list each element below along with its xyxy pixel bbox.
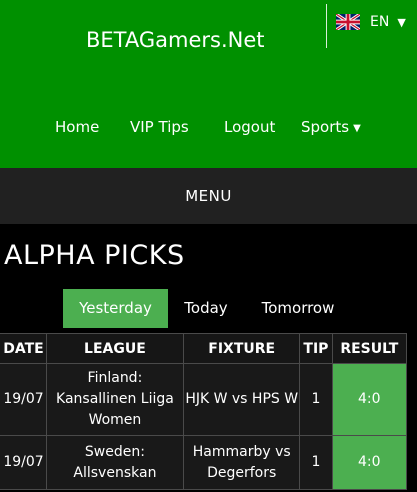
uk-flag-icon (336, 14, 360, 30)
cell-tip: 1 (299, 363, 333, 436)
caret-down-icon: ▼ (353, 123, 361, 134)
cell-tip: 1 (299, 435, 333, 490)
cell-date: 19/07 (0, 363, 47, 436)
nav-sports[interactable]: Sports ▼ (301, 118, 361, 136)
table-header-row: DATE LEAGUE FIXTURE TIP RESULT (0, 333, 408, 364)
header-fixture: FIXTURE (183, 333, 301, 364)
tab-yesterday[interactable]: Yesterday (63, 289, 168, 328)
table-row: 19/07 Sweden: Allsvenskan Hammarby vs De… (0, 435, 408, 490)
nav-logout[interactable]: Logout (224, 118, 275, 136)
header-league: LEAGUE (45, 333, 185, 364)
cell-date: 19/07 (0, 435, 47, 490)
table-row: 19/07 Finland: Kansallinen Liiga Women H… (0, 363, 408, 436)
tab-tomorrow[interactable]: Tomorrow (244, 289, 352, 328)
nav-sports-label: Sports (301, 118, 350, 136)
menu-toggle[interactable]: MENU (0, 168, 417, 224)
language-code: EN (370, 14, 390, 30)
cell-result: 4:0 (331, 363, 408, 436)
header-result: RESULT (331, 333, 408, 364)
language-selector[interactable]: EN ▼ (336, 14, 406, 30)
site-header: BETAGamers.Net EN ▼ Home VIP Tips Logout… (0, 0, 417, 168)
header-date: DATE (0, 333, 47, 364)
header-tip: TIP (299, 333, 333, 364)
nav-home[interactable]: Home (55, 118, 99, 136)
cell-league: Finland: Kansallinen Liiga Women (45, 363, 185, 436)
main-nav: Home VIP Tips Logout Sports ▼ (0, 118, 417, 138)
page-title: ALPHA PICKS (4, 240, 185, 271)
tab-today[interactable]: Today (168, 289, 244, 328)
cell-fixture: Hammarby vs Degerfors (183, 435, 301, 490)
header-divider (326, 4, 327, 48)
cell-result: 4:0 (331, 435, 408, 490)
site-brand[interactable]: BETAGamers.Net (86, 28, 265, 52)
day-tabs: Yesterday Today Tomorrow (0, 289, 417, 328)
cell-fixture: HJK W vs HPS W (183, 363, 301, 436)
menu-label: MENU (185, 187, 232, 205)
cell-league: Sweden: Allsvenskan (45, 435, 185, 490)
caret-down-icon: ▼ (397, 15, 406, 29)
nav-vip-tips[interactable]: VIP Tips (130, 118, 189, 136)
picks-table: DATE LEAGUE FIXTURE TIP RESULT 19/07 Fin… (0, 333, 408, 490)
